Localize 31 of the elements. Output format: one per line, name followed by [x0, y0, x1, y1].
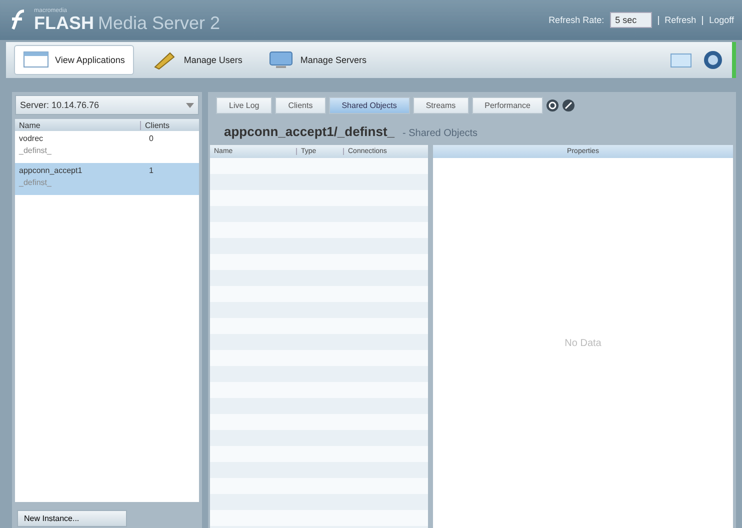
- tab[interactable]: Shared Objects: [328, 97, 410, 114]
- application-row[interactable]: appconn_accept1 _definst_ 1: [15, 163, 199, 195]
- instance-name: _definst_: [19, 178, 52, 187]
- instance-name: _definst_: [19, 146, 52, 155]
- empty-message: No Data: [564, 338, 602, 349]
- product-name: Media Server 2: [98, 13, 220, 33]
- application-name: vodrec: [19, 134, 44, 143]
- client-count: 1: [149, 166, 154, 177]
- tab[interactable]: Clients: [275, 97, 326, 114]
- application-name: appconn_accept1: [19, 166, 84, 175]
- tab[interactable]: Performance: [472, 97, 544, 114]
- caret-icon: [186, 102, 194, 108]
- column-header[interactable]: Name: [15, 120, 140, 130]
- section-subtitle: - Shared Objects: [402, 128, 478, 139]
- toolbar-button[interactable]: Manage Servers: [260, 46, 374, 74]
- window-icon: [23, 50, 49, 70]
- instance-title: appconn_accept1/_definst_: [224, 124, 394, 139]
- application-row[interactable]: vodrec _definst_ 0: [15, 131, 199, 163]
- refresh-rate-label: Refresh Rate:: [548, 15, 604, 25]
- tab[interactable]: Live Log: [216, 97, 272, 114]
- tab[interactable]: Streams: [412, 97, 469, 114]
- monitor-icon: [268, 50, 294, 70]
- server-dropdown[interactable]: Server: 10.14.76.76: [15, 95, 199, 115]
- toolbar-button[interactable]: Manage Users: [144, 46, 250, 74]
- column-header[interactable]: Clients: [140, 120, 199, 130]
- refresh-rate-dropdown[interactable]: 5 sec: [610, 12, 652, 28]
- product-name: FLASH: [34, 13, 94, 33]
- clear-icon[interactable]: [562, 99, 576, 112]
- client-count: 0: [149, 134, 154, 145]
- toolbar-button[interactable]: View Applications: [14, 45, 134, 75]
- new-instance-button[interactable]: New Instance...: [17, 510, 127, 527]
